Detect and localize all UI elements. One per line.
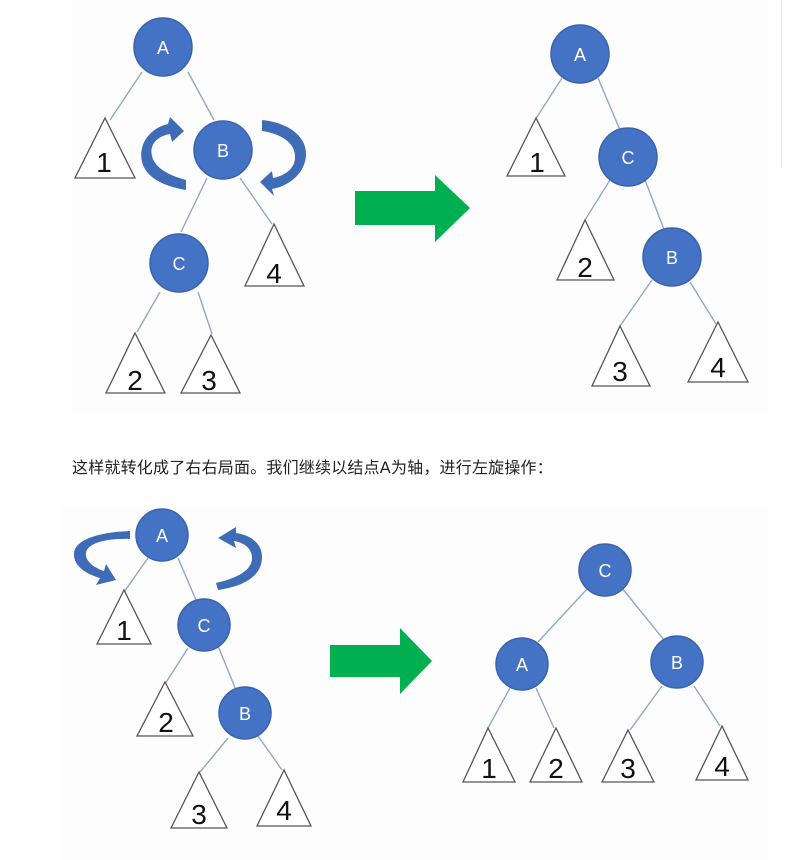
after-subtree-1: 1 — [505, 116, 567, 178]
b-after-subtree-2-label: 2 — [548, 753, 564, 784]
b-node-a-label: A — [156, 526, 168, 546]
b-after-node-b-label: B — [671, 653, 683, 673]
b-subtree-4-label: 4 — [276, 795, 292, 826]
subtree-4-label: 4 — [266, 258, 282, 289]
top-rotation-diagram: 1 4 2 3 A B C 1 2 3 4 A C B — [70, 0, 770, 415]
caption-text: 这样就转化成了右右局面。我们继续以结点A为轴，进行左旋操作： — [72, 458, 553, 477]
b-after-edge-c-b — [621, 587, 665, 641]
b-after-subtree-3: 3 — [600, 728, 656, 784]
node-b-label: B — [217, 141, 229, 161]
b-subtree-3-label: 3 — [191, 799, 207, 830]
subtree-4: 4 — [243, 222, 306, 289]
after-edge-a-t1 — [534, 77, 563, 121]
after-edge-a-c — [597, 77, 621, 131]
after-node-a-label: A — [574, 45, 586, 65]
b-subtree-2: 2 — [135, 680, 195, 738]
bottom-diagram-svg: 1 2 3 4 A C B 1 2 3 4 C A B — [73, 508, 750, 830]
b-after-subtree-1: 1 — [461, 726, 517, 784]
b-node-a: A — [135, 508, 189, 562]
b-subtree-4: 4 — [255, 768, 313, 827]
b-after-node-a-label: A — [516, 655, 528, 675]
after-node-b-label: B — [666, 248, 678, 268]
b-after-node-b: B — [650, 635, 704, 689]
transform-arrow-icon — [355, 175, 470, 242]
subtree-1: 1 — [73, 116, 137, 179]
subtree-2: 2 — [104, 331, 167, 396]
b-rotate-right-arrow-icon — [216, 527, 262, 590]
b-subtree-2-label: 2 — [158, 707, 174, 738]
after-edge-c-b — [644, 179, 666, 233]
b-after-edge-a-t2 — [535, 687, 555, 729]
bottom-rotation-diagram: 1 2 3 4 A C B 1 2 3 4 C A B — [60, 505, 770, 860]
after-subtree-3: 3 — [590, 324, 652, 387]
after-subtree-2: 2 — [555, 218, 616, 283]
b-after-edge-b-t3 — [629, 685, 663, 731]
b-transform-arrow-icon — [330, 628, 432, 694]
after-subtree-4: 4 — [686, 320, 750, 383]
b-after-edge-c-a — [537, 587, 589, 643]
edge-c-t2 — [136, 291, 161, 333]
edge-c-t3 — [197, 291, 213, 335]
b-edge-c-b — [217, 645, 237, 691]
node-c-label: C — [173, 254, 186, 274]
node-b: B — [193, 120, 253, 180]
b-edge-a-t1 — [123, 557, 149, 593]
b-after-subtree-4-label: 4 — [714, 751, 730, 782]
b-node-c: C — [177, 598, 231, 652]
b-after-edge-a-t1 — [487, 687, 511, 729]
b-edge-b-t4 — [257, 735, 283, 771]
b-node-c-label: C — [198, 616, 211, 636]
b-after-subtree-3-label: 3 — [620, 753, 636, 784]
rotate-right-arrow-icon — [260, 120, 306, 196]
rotate-left-arrow-icon — [141, 117, 186, 190]
b-after-node-c: C — [578, 543, 632, 597]
b-after-subtree-4: 4 — [694, 724, 750, 782]
subtree-1-label: 1 — [96, 147, 112, 178]
node-a: A — [133, 17, 193, 77]
b-after-edge-b-t4 — [693, 685, 721, 727]
after-subtree-4-label: 4 — [710, 352, 726, 383]
node-a-label: A — [157, 38, 169, 58]
b-rotate-left-arrow-icon — [73, 531, 130, 585]
after-subtree-2-label: 2 — [577, 252, 593, 283]
page-edge-line — [781, 0, 782, 168]
after-edge-c-t2 — [584, 179, 611, 221]
after-edge-b-t4 — [689, 281, 717, 325]
after-subtree-3-label: 3 — [612, 356, 628, 387]
b-edge-b-t3 — [199, 737, 229, 773]
subtree-3-label: 3 — [201, 365, 217, 396]
after-node-a: A — [550, 24, 610, 84]
top-diagram-svg: 1 4 2 3 A B C 1 2 3 4 A C B — [73, 17, 750, 396]
after-node-c-label: C — [622, 148, 635, 168]
after-node-b: B — [642, 227, 702, 287]
b-edge-c-t2 — [164, 647, 189, 685]
after-edge-b-t3 — [619, 279, 653, 327]
b-node-b-label: B — [239, 704, 251, 724]
b-edge-a-c — [177, 557, 197, 601]
subtree-2-label: 2 — [127, 365, 143, 396]
b-node-b: B — [218, 686, 272, 740]
b-subtree-3: 3 — [169, 770, 229, 830]
b-after-node-c-label: C — [599, 561, 612, 581]
edge-a-b — [187, 71, 215, 121]
b-after-subtree-2: 2 — [528, 726, 584, 784]
edge-a-t1 — [109, 71, 143, 121]
b-after-node-a: A — [495, 637, 549, 691]
subtree-3: 3 — [179, 333, 242, 396]
b-subtree-1: 1 — [95, 588, 153, 646]
node-c: C — [149, 233, 209, 293]
b-after-subtree-1-label: 1 — [481, 753, 497, 784]
b-subtree-1-label: 1 — [116, 615, 132, 646]
after-node-c: C — [598, 127, 658, 187]
after-subtree-1-label: 1 — [529, 147, 545, 178]
